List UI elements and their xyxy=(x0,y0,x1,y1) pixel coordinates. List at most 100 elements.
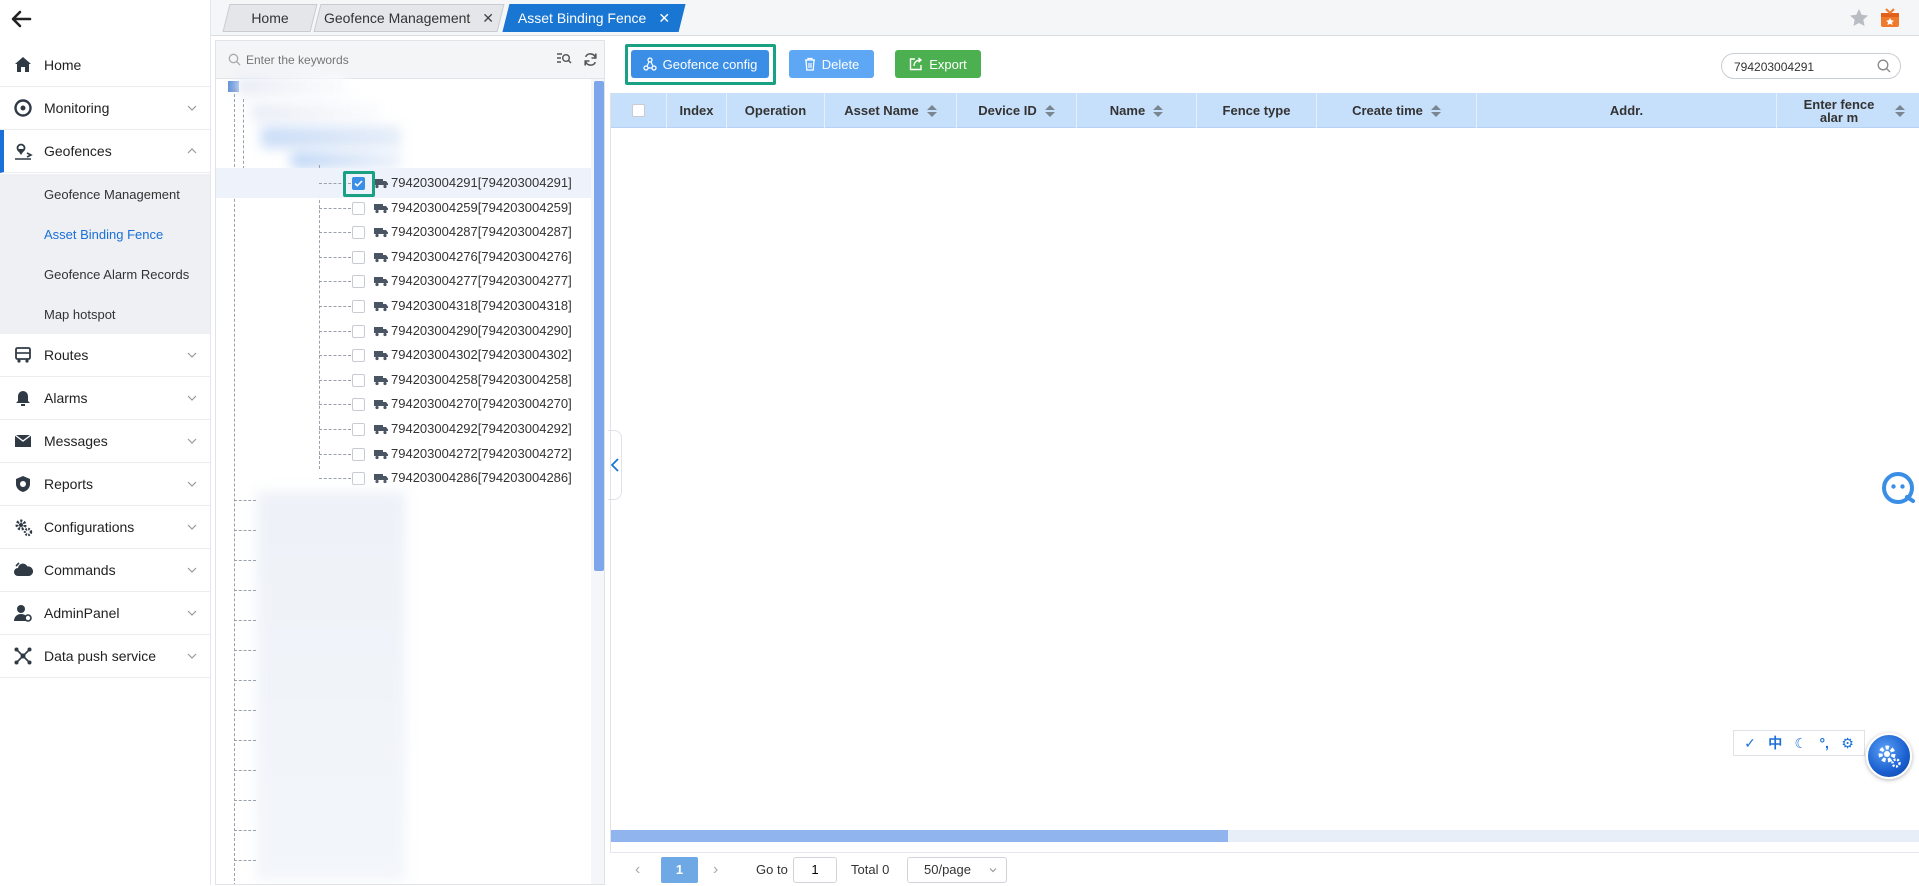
sidebar: Home Monitoring Geofences Geofence Manag… xyxy=(0,0,211,885)
table-horizontal-scrollbar[interactable] xyxy=(611,830,1919,842)
sort-icon[interactable] xyxy=(926,104,937,117)
device-label[interactable]: 794203004292[794203004292] xyxy=(391,421,572,436)
close-icon[interactable]: ✕ xyxy=(658,10,670,27)
device-label[interactable]: 794203004286[794203004286] xyxy=(391,470,572,485)
tab-asset-binding-fence[interactable]: Asset Binding Fence ✕ xyxy=(502,4,686,32)
sidebar-item-messages[interactable]: Messages xyxy=(0,420,210,463)
select-all-checkbox[interactable] xyxy=(632,104,645,117)
device-label[interactable]: 794203004272[794203004272] xyxy=(391,446,572,461)
device-label[interactable]: 794203004270[794203004270] xyxy=(391,396,572,411)
device-checkbox[interactable] xyxy=(352,177,365,190)
device-checkbox[interactable] xyxy=(352,423,365,436)
tab-geofence-management[interactable]: Geofence Management ✕ xyxy=(313,4,505,32)
device-label[interactable]: 794203004318[794203004318] xyxy=(391,298,572,313)
sidebar-subitem-asset-binding-fence[interactable]: Asset Binding Fence xyxy=(0,214,210,254)
trash-icon xyxy=(804,57,816,71)
device-label[interactable]: 794203004277[794203004277] xyxy=(391,273,572,288)
sort-icon[interactable] xyxy=(1894,104,1905,117)
device-checkbox[interactable] xyxy=(352,324,365,338)
truck-icon xyxy=(374,374,388,389)
device-checkbox[interactable] xyxy=(352,300,365,313)
monitor-icon xyxy=(12,97,34,119)
device-checkbox[interactable] xyxy=(352,373,365,387)
device-label[interactable]: 794203004259[794203004259] xyxy=(391,200,572,215)
prev-page-icon[interactable]: ‹ xyxy=(635,853,640,886)
sidebar-subitem-map-hotspot[interactable]: Map hotspot xyxy=(0,294,210,334)
device-label[interactable]: 794203004302[794203004302] xyxy=(391,347,572,362)
column-header-enter-fence-alarm[interactable]: Enter fence alar m xyxy=(1777,93,1919,128)
sidebar-item-alarms[interactable]: Alarms xyxy=(0,377,210,420)
device-checkbox[interactable] xyxy=(352,250,365,264)
ime-tool-item[interactable]: ☾ xyxy=(1795,735,1808,752)
advanced-search-icon[interactable] xyxy=(556,52,572,69)
settings-gear-icon[interactable] xyxy=(1866,733,1912,779)
sidebar-item-label: Geofences xyxy=(44,143,112,159)
device-checkbox[interactable] xyxy=(352,398,365,412)
geofence-config-button[interactable]: Geofence config xyxy=(631,50,769,78)
sidebar-subitem-geofence-alarm-records[interactable]: Geofence Alarm Records xyxy=(0,254,210,294)
chat-assistant-icon[interactable] xyxy=(1881,471,1915,505)
column-header-fence-type: Fence type xyxy=(1197,93,1317,128)
export-button[interactable]: Export xyxy=(895,50,981,78)
asset-search-field[interactable] xyxy=(1721,53,1901,79)
chevron-down-icon xyxy=(187,352,197,358)
device-label[interactable]: 794203004258[794203004258] xyxy=(391,372,572,387)
column-header-create-time[interactable]: Create time xyxy=(1317,93,1477,128)
sidebar-item-label: AdminPanel xyxy=(44,605,120,621)
ime-tool-item[interactable]: ✓ xyxy=(1744,735,1756,752)
ime-tool-item[interactable]: 中 xyxy=(1768,733,1782,753)
sidebar-item-configurations[interactable]: Configurations xyxy=(0,506,210,549)
sidebar-item-commands[interactable]: Commands xyxy=(0,549,210,592)
sidebar-item-home[interactable]: Home xyxy=(0,44,210,87)
sidebar-item-reports[interactable]: Reports xyxy=(0,463,210,506)
tab-home[interactable]: Home xyxy=(222,4,318,32)
tree-search-input[interactable] xyxy=(246,50,526,70)
page-size-select[interactable]: 50/page xyxy=(907,856,1007,883)
back-arrow-icon[interactable] xyxy=(10,8,40,36)
device-checkbox[interactable] xyxy=(352,349,365,363)
delete-button[interactable]: Delete xyxy=(789,50,874,78)
sort-icon[interactable] xyxy=(1044,104,1055,117)
sidebar-item-adminpanel[interactable]: AdminPanel xyxy=(0,592,210,635)
asset-search-input[interactable] xyxy=(1734,58,1864,75)
chevron-down-icon xyxy=(187,610,197,616)
ime-tool-item[interactable]: °, xyxy=(1819,735,1829,751)
close-icon[interactable]: ✕ xyxy=(482,10,494,27)
sidebar-item-routes[interactable]: Routes xyxy=(0,334,210,377)
device-checkbox[interactable] xyxy=(352,275,365,289)
device-checkbox[interactable] xyxy=(352,447,365,461)
refresh-icon[interactable] xyxy=(583,52,598,70)
tree-device-row[interactable]: 794203004286[794203004286] xyxy=(216,463,591,493)
page-wrapper: 1 xyxy=(661,853,698,886)
tree-scrollbar-thumb[interactable] xyxy=(594,81,604,571)
column-label: Fence type xyxy=(1222,103,1291,118)
gift-icon[interactable] xyxy=(1880,8,1900,31)
search-icon[interactable] xyxy=(1877,59,1891,76)
column-header-asset-name[interactable]: Asset Name xyxy=(825,93,957,128)
device-label[interactable]: 794203004287[794203004287] xyxy=(391,224,572,239)
sidebar-item-geofences[interactable]: Geofences xyxy=(0,130,210,173)
truck-icon xyxy=(374,275,388,290)
sidebar-subitem-geofence-management[interactable]: Geofence Management xyxy=(0,174,210,214)
device-label[interactable]: 794203004276[794203004276] xyxy=(391,249,572,264)
device-label[interactable]: 794203004290[794203004290] xyxy=(391,323,572,338)
column-header-device-id[interactable]: Device ID xyxy=(957,93,1077,128)
device-checkbox[interactable] xyxy=(352,472,365,486)
next-page-icon[interactable]: › xyxy=(713,853,718,886)
column-header-name[interactable]: Name xyxy=(1077,93,1197,128)
goto-page-input[interactable] xyxy=(793,856,837,883)
sort-icon[interactable] xyxy=(1153,104,1164,117)
sidebar-item-monitoring[interactable]: Monitoring xyxy=(0,87,210,130)
ime-tool-item[interactable]: ⚙ xyxy=(1841,735,1854,752)
geofence-config-label: Geofence config xyxy=(662,56,758,72)
device-checkbox[interactable] xyxy=(352,226,365,240)
sidebar-item-data-push-service[interactable]: Data push service xyxy=(0,635,210,678)
sort-icon[interactable] xyxy=(1430,104,1441,117)
page-number-current[interactable]: 1 xyxy=(661,856,698,883)
admin-icon xyxy=(12,602,34,624)
device-checkbox[interactable] xyxy=(352,201,365,215)
tab-bar: Home Geofence Management ✕ Asset Binding… xyxy=(211,0,1919,36)
device-label[interactable]: 794203004291[794203004291] xyxy=(391,175,572,190)
star-icon[interactable] xyxy=(1849,8,1869,31)
table-scrollbar-thumb[interactable] xyxy=(611,830,1228,842)
